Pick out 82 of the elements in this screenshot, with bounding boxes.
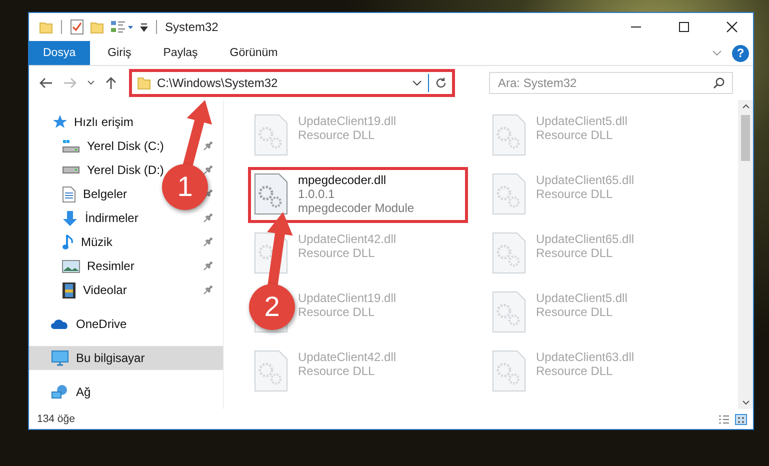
file-gear-icon <box>492 173 526 215</box>
cloud-icon <box>51 318 69 330</box>
refresh-icon[interactable] <box>435 77 447 89</box>
expand-ribbon-icon[interactable] <box>712 50 722 56</box>
sidebar-item[interactable]: Resimler <box>87 259 134 273</box>
file-detail: Resource DLL <box>298 305 376 319</box>
address-bar[interactable]: C:\Windows\System32 <box>129 69 455 97</box>
monitor-icon <box>51 350 69 366</box>
file-gear-icon <box>492 291 526 333</box>
network-icon <box>51 384 69 400</box>
search-icon <box>713 77 725 89</box>
pin-icon[interactable] <box>203 213 213 223</box>
star-icon <box>51 114 67 130</box>
up-arrow-icon[interactable] <box>105 76 117 90</box>
view-options-icon[interactable] <box>110 20 134 34</box>
scroll-down-icon[interactable] <box>742 400 750 405</box>
sidebar-item-selected[interactable]: Bu bilgisayar <box>29 346 223 370</box>
ribbon-tab[interactable]: Paylaş <box>149 41 212 65</box>
sidebar-item[interactable]: Videolar <box>83 283 127 297</box>
window-title: System32 <box>165 20 218 34</box>
folder-icon <box>137 76 151 90</box>
file-tile[interactable]: mpegdecoder.dll 1.0.0.1 mpegdecoder Module <box>248 167 468 223</box>
file-detail: Resource DLL <box>298 246 376 260</box>
ribbon-tab[interactable]: Görünüm <box>216 41 292 65</box>
file-name: mpegdecoder.dll <box>298 173 388 187</box>
picture-icon <box>62 260 80 272</box>
dropdown-caret-icon[interactable] <box>412 80 422 86</box>
file-gear-icon <box>492 350 526 392</box>
film-icon <box>62 282 76 298</box>
music-note-icon <box>62 234 74 250</box>
maximize-icon[interactable] <box>678 21 690 33</box>
sidebar-label: OneDrive <box>76 317 127 331</box>
sidebar-label: Hızlı erişim <box>74 115 134 129</box>
back-arrow-icon[interactable] <box>39 77 53 89</box>
down-arrow-icon <box>62 210 78 226</box>
sidebar-item[interactable]: Hızlı erişim <box>29 110 223 134</box>
pin-icon[interactable] <box>203 141 213 151</box>
sidebar-label: Bu bilgisayar <box>76 351 145 365</box>
drive-icon <box>62 139 80 153</box>
file-detail: Resource DLL <box>536 187 614 201</box>
document-icon <box>62 186 76 202</box>
drive-icon <box>62 166 80 174</box>
file-gear-icon <box>254 114 288 156</box>
sidebar-item[interactable]: Yerel Disk (D:) <box>87 163 164 177</box>
ribbon-tab[interactable]: Dosya <box>29 41 90 65</box>
sidebar-item[interactable]: Belgeler <box>83 187 128 201</box>
pin-icon[interactable] <box>203 261 213 271</box>
pin-icon[interactable] <box>203 285 213 295</box>
sidebar-item[interactable]: İndirmeler <box>85 211 138 225</box>
pin-icon[interactable] <box>203 237 213 247</box>
file-detail: 1.0.0.1 <box>298 187 336 201</box>
pin-icon[interactable] <box>203 165 213 175</box>
file-gear-icon <box>492 114 526 156</box>
sidebar-item[interactable]: OneDrive <box>29 312 223 336</box>
details-view-icon[interactable] <box>718 414 730 424</box>
file-detail: Resource DLL <box>536 364 614 378</box>
file-gear-icon <box>492 232 526 274</box>
large-icons-view-icon[interactable] <box>735 414 747 424</box>
close-icon[interactable] <box>726 21 738 33</box>
scrollbar-thumb[interactable] <box>741 115 750 161</box>
file-detail: Resource DLL <box>536 305 614 319</box>
item-count: 134 öğe <box>37 413 75 425</box>
sidebar-item[interactable]: Yerel Disk (C:) <box>87 139 164 153</box>
ribbon-tab[interactable]: Giriş <box>94 41 146 65</box>
sidebar-label: Ağ <box>76 385 91 399</box>
file-gear-icon <box>254 350 288 392</box>
search-field[interactable]: Ara: System32 <box>489 72 733 94</box>
file-detail: Resource DLL <box>536 128 614 142</box>
scrollbar[interactable] <box>738 100 753 409</box>
folder-icon <box>39 20 53 34</box>
file-detail: Resource DLL <box>298 364 376 378</box>
sidebar-item[interactable]: Müzik <box>81 235 112 249</box>
properties-icon[interactable] <box>70 19 84 35</box>
file-gear-icon <box>254 173 288 215</box>
file-detail: Resource DLL <box>536 246 614 260</box>
sidebar-item[interactable]: Ağ <box>29 380 223 404</box>
scroll-up-icon[interactable] <box>742 104 750 109</box>
file-detail: mpegdecoder Module <box>298 201 414 215</box>
recent-caret-icon[interactable] <box>87 80 95 86</box>
customize-caret-icon[interactable] <box>140 22 148 32</box>
help-button[interactable]: ? <box>732 44 749 62</box>
file-detail: Resource DLL <box>298 128 376 142</box>
